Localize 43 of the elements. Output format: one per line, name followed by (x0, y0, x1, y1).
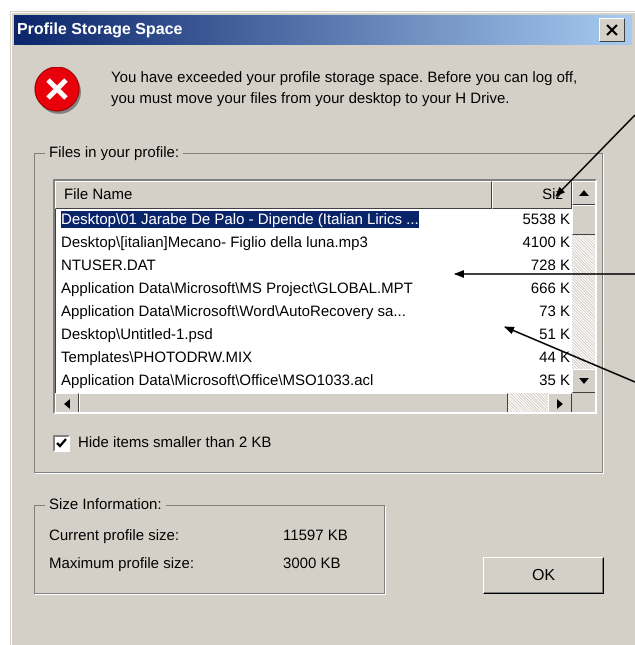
size-value: 3000 KB (283, 554, 341, 574)
file-name[interactable]: Desktop\01 Jarabe De Palo - Dipende (Italian Lirics ... (61, 211, 419, 228)
scroll-left-button[interactable] (55, 393, 79, 412)
file-name[interactable]: NTUSER.DAT (61, 257, 156, 274)
file-name[interactable]: Desktop\[italian]Mecano- Figlio della luna.mp3 (61, 234, 368, 252)
scroll-right-button[interactable] (548, 393, 572, 412)
file-size: 728 K (530, 256, 571, 276)
right-arrow-icon (557, 398, 563, 408)
size-label: Current profile size: (49, 526, 180, 546)
ok-button[interactable]: OK (483, 557, 604, 594)
window-title: Profile Storage Space (17, 20, 182, 40)
scroll-down-button[interactable] (572, 369, 595, 393)
file-name[interactable]: Desktop\Untitled-1.psd (61, 326, 213, 344)
group-title: Files in your profile: (45, 143, 184, 163)
file-name[interactable]: Application Data\Microsoft\Word\AutoRecovery sa... (61, 303, 406, 320)
file-size: 35 K (538, 371, 571, 392)
horizontal-scrollbar[interactable] (55, 393, 572, 412)
file-size: 51 K (538, 325, 571, 346)
down-arrow-icon (579, 378, 589, 384)
error-message: You have exceeded your profile storage space. Before you can log off, you must move your files from your desktop to your H Drive. (111, 68, 578, 109)
close-button[interactable] (599, 18, 625, 42)
up-arrow-icon (579, 190, 589, 196)
scrollbar-corner (572, 393, 595, 412)
file-size: 4100 K (521, 233, 571, 254)
scroll-thumb[interactable] (79, 393, 508, 412)
file-name[interactable]: Application Data\Microsoft\MS Project\GLOBAL.MPT (61, 280, 413, 298)
checkbox-label: Hide items smaller than 2 KB (78, 433, 272, 453)
vertical-scrollbar[interactable] (572, 181, 595, 393)
error-icon (34, 67, 84, 115)
scroll-thumb[interactable] (572, 205, 595, 235)
scroll-up-button[interactable] (572, 181, 595, 205)
file-name[interactable]: Templates\PHOTODRW.MIX (61, 349, 252, 366)
file-size: 5538 K (521, 210, 571, 230)
file-size: 666 K (530, 279, 571, 300)
checkbox[interactable] (53, 434, 70, 452)
file-name[interactable]: Application Data\Microsoft\Office\MSO1033.acl (61, 372, 374, 390)
file-size: 73 K (538, 302, 571, 322)
size-value: 11597 KB (283, 526, 348, 546)
column-header[interactable]: File Name (55, 181, 492, 209)
close-icon (605, 24, 619, 36)
size-label: Maximum profile size: (49, 554, 196, 574)
left-arrow-icon (64, 398, 70, 408)
file-size: 44 K (538, 348, 571, 368)
